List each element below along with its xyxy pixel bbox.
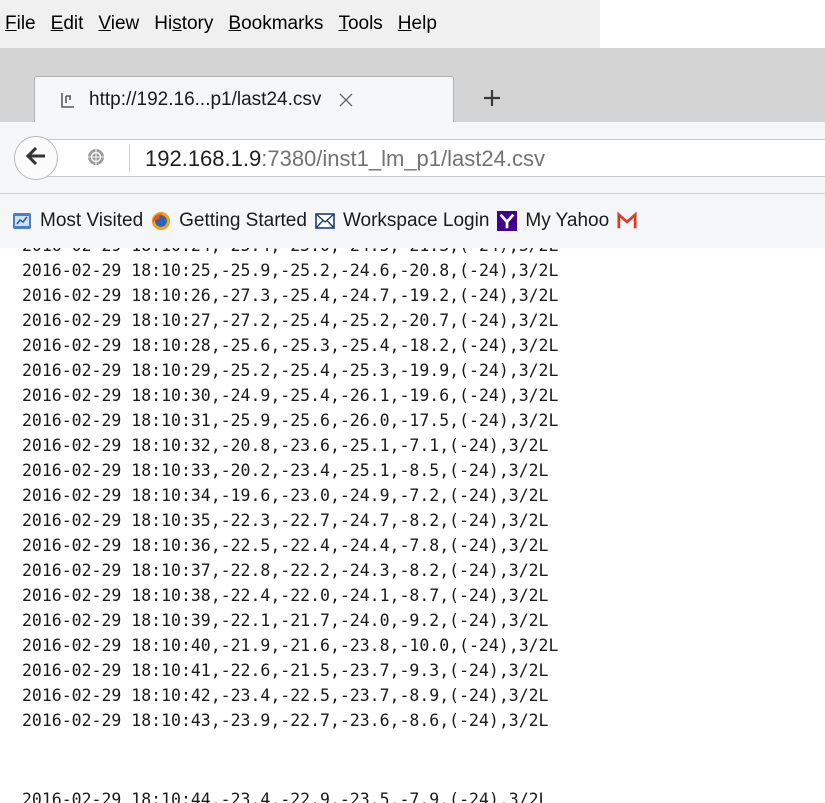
tab-strip: http://192.16...p1/last24.csv — [0, 48, 825, 122]
csv-line: 2016-02-29 18:10:28,-25.6,-25.3,-25.4,-1… — [22, 336, 559, 355]
csv-line: 2016-02-29 18:10:25,-25.9,-25.2,-24.6,-2… — [22, 261, 559, 280]
csv-line: 2016-02-29 18:10:32,-20.8,-23.6,-25.1,-7… — [22, 436, 549, 455]
menu-bar: File Edit View History Bookmarks Tools H… — [0, 0, 600, 48]
csv-line-partial-top: 2016-02-29 18:10:24,-25.4,-25.0,-24.5,-2… — [22, 248, 558, 256]
csv-line: 2016-02-29 18:10:37,-22.8,-22.2,-24.3,-8… — [22, 561, 549, 580]
back-arrow-icon — [25, 146, 47, 171]
bookmark-workspace-login[interactable]: Workspace Login — [315, 210, 489, 232]
menu-history[interactable]: History — [154, 0, 213, 48]
tab-title: http://192.16...p1/last24.csv — [89, 88, 322, 110]
site-identity-button[interactable] — [86, 147, 106, 172]
menu-file[interactable]: File — [5, 0, 36, 48]
csv-line: 2016-02-29 18:10:38,-22.4,-22.0,-24.1,-8… — [22, 586, 549, 605]
csv-content: 2016-02-29 18:10:24,-25.4,-25.0,-24.5,-2… — [0, 248, 825, 803]
globe-icon — [86, 147, 106, 172]
navigation-bar: 192.168.1.9:7380/inst1_lm_p1/last24.csv — [0, 122, 825, 194]
gmail-icon — [617, 211, 637, 231]
csv-line-partial-bottom: 2016-02-29 18:10:44,-23.4,-22.9,-23.5,-7… — [22, 790, 549, 803]
csv-line: 2016-02-29 18:10:43,-23.9,-22.7,-23.6,-8… — [22, 711, 549, 730]
bookmark-mail-partial[interactable] — [617, 211, 645, 231]
csv-line: 2016-02-29 18:10:40,-21.9,-21.6,-23.8,-1… — [22, 636, 559, 655]
most-visited-icon — [12, 211, 32, 231]
tab-last24-csv[interactable]: http://192.16...p1/last24.csv — [34, 76, 454, 122]
csv-line: 2016-02-29 18:10:30,-24.9,-25.4,-26.1,-1… — [22, 386, 559, 405]
bookmark-most-visited[interactable]: Most Visited — [12, 210, 143, 232]
plus-icon — [482, 88, 502, 113]
firefox-icon — [151, 211, 171, 231]
csv-line: 2016-02-29 18:10:29,-25.2,-25.4,-25.3,-1… — [22, 361, 559, 380]
url-text[interactable]: 192.168.1.9:7380/inst1_lm_p1/last24.csv — [145, 146, 545, 172]
menu-help[interactable]: Help — [398, 0, 437, 48]
csv-line: 2016-02-29 18:10:26,-27.3,-25.4,-24.7,-1… — [22, 286, 559, 305]
bookmark-my-yahoo[interactable]: My Yahoo — [497, 210, 609, 232]
csv-line: 2016-02-29 18:10:31,-25.9,-25.6,-26.0,-1… — [22, 411, 559, 430]
menu-edit[interactable]: Edit — [51, 0, 84, 48]
menu-view[interactable]: View — [98, 0, 139, 48]
csv-line: 2016-02-29 18:10:35,-22.3,-22.7,-24.7,-8… — [22, 511, 549, 530]
csv-line: 2016-02-29 18:10:42,-23.4,-22.5,-23.7,-8… — [22, 686, 549, 705]
url-host: 192.168.1.9 — [145, 146, 262, 171]
back-button[interactable] — [14, 136, 58, 180]
new-tab-button[interactable] — [474, 82, 510, 118]
bookmark-getting-started[interactable]: Getting Started — [151, 210, 307, 232]
csv-line: 2016-02-29 18:10:39,-22.1,-21.7,-24.0,-9… — [22, 611, 549, 630]
csv-line: 2016-02-29 18:10:36,-22.5,-22.4,-24.4,-7… — [22, 536, 549, 555]
csv-line: 2016-02-29 18:10:34,-19.6,-23.0,-24.9,-7… — [22, 486, 549, 505]
csv-line: 2016-02-29 18:10:33,-20.2,-23.4,-25.1,-8… — [22, 461, 549, 480]
url-path: :7380/inst1_lm_p1/last24.csv — [261, 146, 545, 171]
bookmarks-toolbar: Most Visited Getting Started Workspace L… — [0, 194, 825, 248]
url-separator — [129, 144, 130, 172]
envelope-icon — [315, 211, 335, 231]
csv-line: 2016-02-29 18:10:27,-27.2,-25.4,-25.2,-2… — [22, 311, 559, 330]
yahoo-icon — [497, 211, 518, 231]
menu-tools[interactable]: Tools — [338, 0, 382, 48]
csv-line: 2016-02-29 18:10:41,-22.6,-21.5,-23.7,-9… — [22, 661, 549, 680]
menu-bookmarks[interactable]: Bookmarks — [228, 0, 323, 48]
close-icon[interactable] — [335, 89, 357, 111]
document-icon — [57, 89, 79, 111]
